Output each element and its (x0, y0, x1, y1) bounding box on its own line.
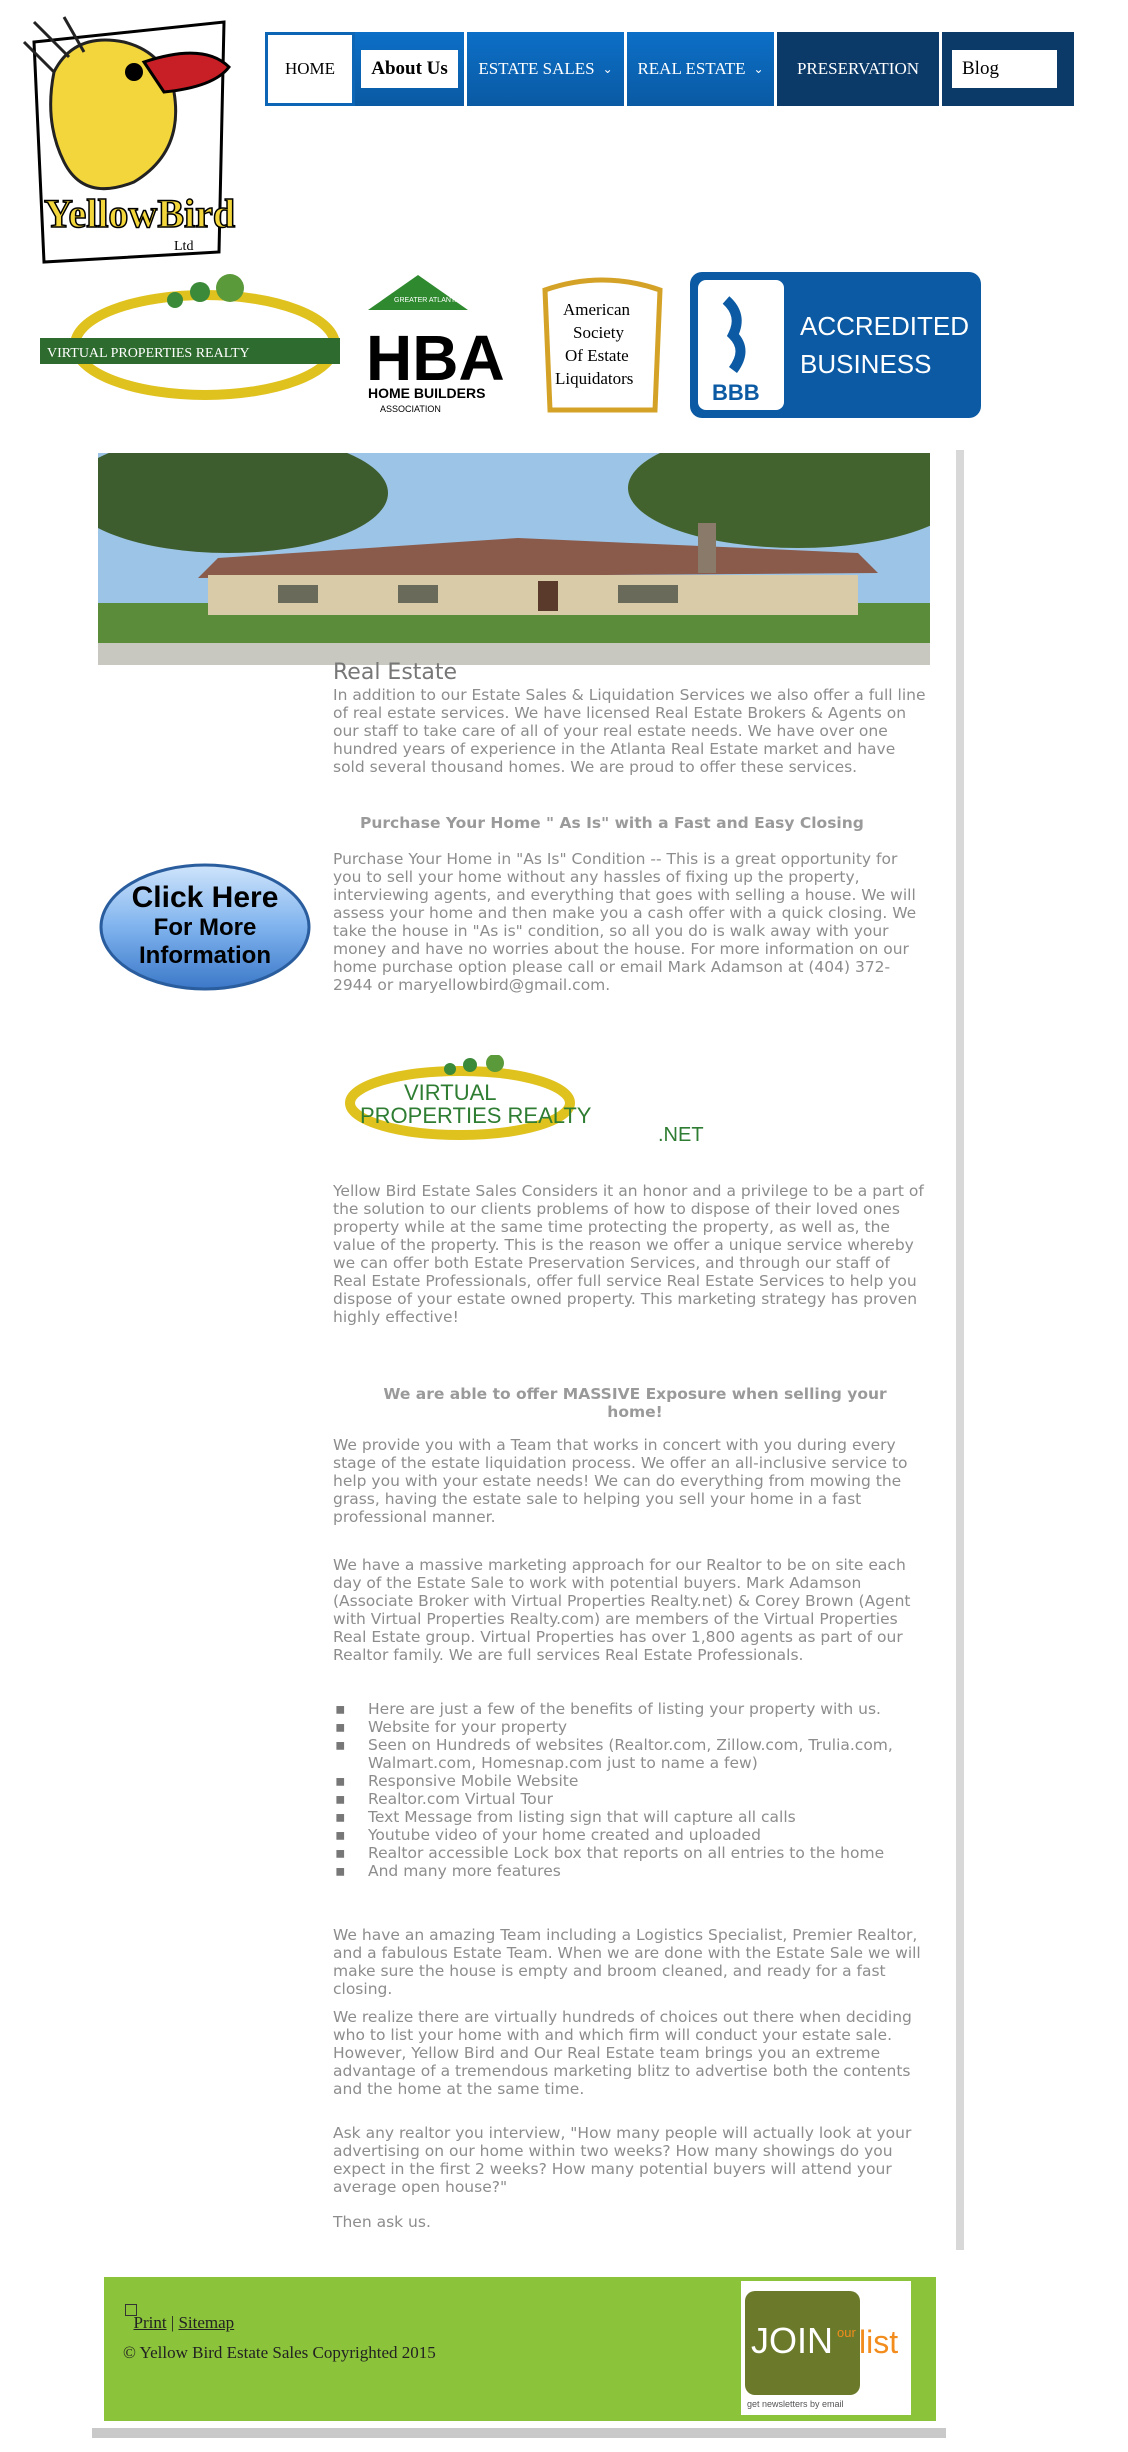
hba-line2: ASSOCIATION (380, 404, 441, 414)
page-title: Real Estate (333, 660, 458, 685)
bbb-line2: BUSINESS (800, 349, 932, 379)
join-list: list (859, 2324, 898, 2360)
intro-paragraph: In addition to our Estate Sales & Liquid… (333, 686, 926, 776)
nav-real-estate-label: REAL ESTATE (637, 59, 746, 78)
join-small: get newsletters by email (747, 2399, 844, 2409)
list-item: Youtube video of your home created and u… (335, 1826, 925, 1844)
benefits-list: Here are just a few of the benefits of l… (335, 1700, 925, 1880)
nav-real-estate[interactable]: REAL ESTATE ⌄ (627, 32, 777, 106)
nav-blog[interactable]: Blog (942, 32, 1077, 106)
list-item: Realtor.com Virtual Tour (335, 1790, 925, 1808)
house-photo (98, 453, 930, 665)
bbb-mark: BBB (712, 380, 760, 405)
main-nav: HOME About Us ESTATE SALES ⌄ REAL ESTATE ⌄… (265, 32, 1077, 106)
vpr-logo[interactable]: VIRTUAL PROPERTIES REALTY .NET (340, 1055, 720, 1145)
list-item: Text Message from listing sign that will… (335, 1808, 925, 1826)
list-item: And many more features (335, 1862, 925, 1880)
copyright-text: © Yellow Bird Estate Sales Copyrighted 2… (123, 2343, 436, 2362)
asel-badge[interactable]: American Society Of Estate Liquidators (535, 270, 670, 420)
vpr-badge-text: VIRTUAL PROPERTIES REALTY (47, 346, 250, 361)
nav-about-us-label: About Us (361, 50, 458, 88)
nav-estate-sales-label: ESTATE SALES (478, 59, 595, 78)
more-info-button[interactable]: Click Here For More Information (98, 862, 312, 992)
asel-line4: Liquidators (555, 369, 633, 388)
list-item: Website for your property (335, 1718, 925, 1736)
print-link[interactable]: Print (134, 2313, 167, 2332)
cta-line2: For More (154, 914, 257, 941)
hba-letters: HBA (366, 322, 505, 394)
then-ask-text: Then ask us. (333, 2213, 431, 2231)
hba-top-text: GREATER ATLANTA (394, 297, 460, 304)
vpr-line1: VIRTUAL (404, 1080, 497, 1105)
massive-exposure-heading: We are able to offer MASSIVE Exposure wh… (383, 1385, 887, 1421)
nav-blog-label: Blog (952, 50, 1057, 88)
list-item: Responsive Mobile Website (335, 1772, 925, 1790)
marketing-paragraph: We have a massive marketing approach for… (333, 1556, 911, 1664)
nav-home[interactable]: HOME (265, 32, 355, 106)
join-word: JOIN (751, 2320, 833, 2361)
cta-line3: Information (139, 942, 271, 969)
logo-ltd: Ltd (174, 239, 193, 254)
ask-realtor-paragraph: Ask any realtor you interview, "How many… (333, 2124, 912, 2196)
nav-preservation-label: PRESERVATION (796, 59, 920, 78)
join-list-button[interactable]: JOIN our list get newsletters by email (741, 2281, 911, 2415)
amazing-team-paragraph: We have an amazing Team including a Logi… (333, 1926, 921, 1998)
nav-home-label: HOME (284, 59, 336, 78)
join-our: our (837, 2325, 856, 2340)
list-item: Realtor accessible Lock box that reports… (335, 1844, 925, 1862)
asel-line2: Society (573, 323, 624, 342)
bbb-badge[interactable]: BBB ACCREDITED BUSINESS (688, 270, 983, 420)
list-item: Here are just a few of the benefits of l… (335, 1700, 925, 1718)
nav-about-us[interactable]: About Us (355, 32, 467, 106)
nav-preservation[interactable]: PRESERVATION (777, 32, 942, 106)
list-item: Seen on Hundreds of websites (Realtor.co… (335, 1736, 925, 1772)
purchase-heading: Purchase Your Home " As Is" with a Fast … (360, 814, 864, 832)
logo-text: YellowBird (44, 191, 235, 236)
footer-divider (92, 2428, 946, 2438)
purchase-paragraph: Purchase Your Home in "As Is" Condition … (333, 850, 917, 994)
vpr-line2: PROPERTIES REALTY (360, 1103, 592, 1128)
bbb-line1: ACCREDITED (800, 311, 969, 341)
asel-line1: American (563, 300, 631, 319)
yellow-bird-logo[interactable]: YellowBird Ltd (14, 12, 238, 264)
footer-separator: | (170, 2313, 175, 2332)
honor-paragraph: Yellow Bird Estate Sales Considers it an… (333, 1182, 924, 1326)
chevron-down-icon: ⌄ (602, 61, 613, 76)
team-paragraph: We provide you with a Team that works in… (333, 1436, 908, 1526)
nav-estate-sales[interactable]: ESTATE SALES ⌄ (467, 32, 627, 106)
choices-paragraph: We realize there are virtually hundreds … (333, 2008, 912, 2098)
cta-line1: Click Here (132, 881, 279, 914)
hba-badge[interactable]: GREATER ATLANTA HBA HOME BUILDERS ASSOCI… (358, 270, 518, 420)
hba-line1: HOME BUILDERS (368, 385, 485, 401)
vpr-line3: .NET (658, 1124, 704, 1145)
chevron-down-icon: ⌄ (753, 61, 764, 76)
footer-links: Print | Sitemap (125, 2313, 235, 2333)
vpr-badge[interactable]: VIRTUAL PROPERTIES REALTY (35, 270, 345, 420)
asel-line3: Of Estate (565, 346, 629, 365)
sitemap-link[interactable]: Sitemap (178, 2313, 234, 2332)
